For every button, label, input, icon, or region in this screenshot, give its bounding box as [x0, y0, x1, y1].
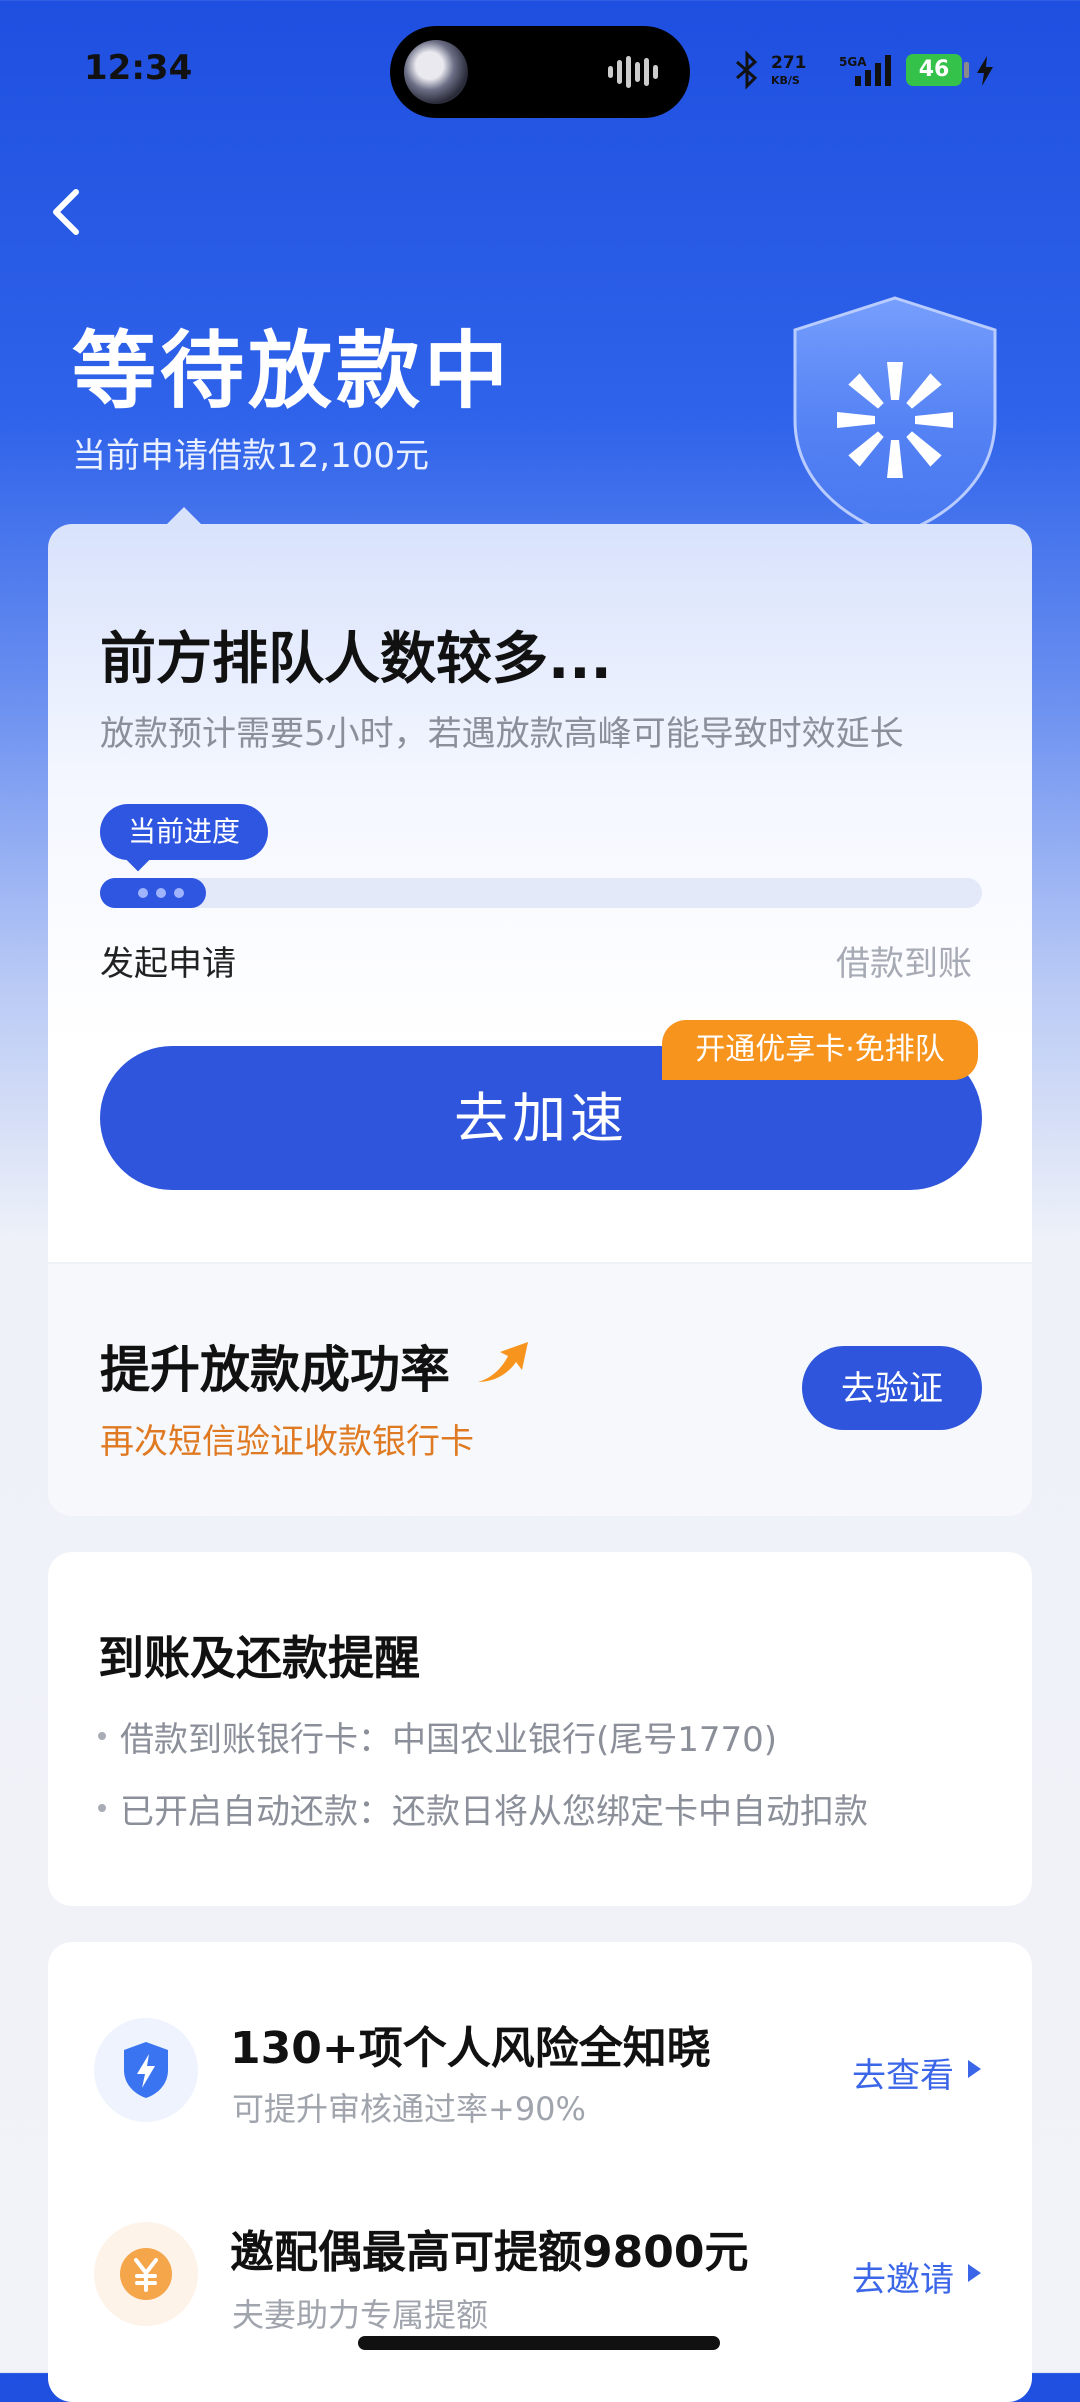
reminder-item: 已开启自动还款：还款日将从您绑定卡中自动扣款: [120, 1792, 868, 1832]
progress-dot: [156, 888, 166, 898]
triangle-right-icon: [968, 2264, 981, 2282]
page-title: 等待放款中: [72, 322, 513, 420]
vip-card-badge[interactable]: 开通优享卡·免排队: [662, 1020, 978, 1080]
progress-dot: [174, 888, 184, 898]
reminder-item: 借款到账银行卡：中国农业银行(尾号1770): [120, 1720, 778, 1760]
progress-start-label: 发起申请: [100, 944, 236, 984]
promo-subtitle: 夫妻助力专属提额: [232, 2296, 489, 2334]
network-speed: 271: [771, 53, 807, 73]
queue-description: 放款预计需要5小时，若遇放款高峰可能导致时效延长: [100, 714, 904, 754]
progress-fill: [100, 878, 206, 908]
boost-subtitle: 再次短信验证收款银行卡: [100, 1422, 474, 1462]
back-icon[interactable]: [46, 184, 86, 240]
verify-button[interactable]: 去验证: [802, 1346, 982, 1430]
charging-icon: [977, 56, 993, 86]
arrow-up-right-icon: [478, 1342, 528, 1382]
shield-bolt-icon: [124, 2042, 168, 2098]
battery-tip: [964, 62, 969, 78]
status-time: 12:34: [84, 48, 193, 88]
home-indicator[interactable]: [358, 2336, 720, 2350]
signal-label: 5GA: [839, 55, 867, 69]
network-unit: KB/S: [771, 74, 800, 87]
invite-link[interactable]: 去邀请: [852, 2252, 954, 2301]
shield-logo-icon: [793, 296, 997, 537]
loan-amount-subtitle: 当前申请借款12,100元: [72, 436, 429, 476]
promo-card: [48, 1942, 1032, 2402]
progress-dot: [138, 888, 148, 898]
progress-end-label: 借款到账: [836, 944, 972, 984]
yuan-coin-icon: [120, 2248, 172, 2300]
avatar: [404, 40, 468, 104]
bullet-dot: [98, 1804, 106, 1812]
reminder-title: 到账及还款提醒: [98, 1631, 420, 1685]
bluetooth-icon: [736, 50, 758, 90]
promo-subtitle: 可提升审核通过率+90%: [232, 2090, 586, 2128]
bullet-dot: [98, 1732, 106, 1740]
progress-tag: 当前进度: [100, 804, 268, 860]
battery-indicator: 46: [906, 54, 962, 86]
triangle-right-icon: [968, 2060, 981, 2078]
audio-wave-icon: [608, 56, 658, 88]
divider: [48, 1262, 1032, 1264]
promo-title: 邀配偶最高可提额9800元: [230, 2227, 749, 2278]
progress-track: [100, 878, 982, 908]
queue-title: 前方排队人数较多...: [100, 627, 612, 692]
promo-title: 130+项个人风险全知晓: [230, 2023, 711, 2074]
view-link[interactable]: 去查看: [852, 2048, 954, 2097]
boost-title: 提升放款成功率: [100, 1341, 450, 1399]
